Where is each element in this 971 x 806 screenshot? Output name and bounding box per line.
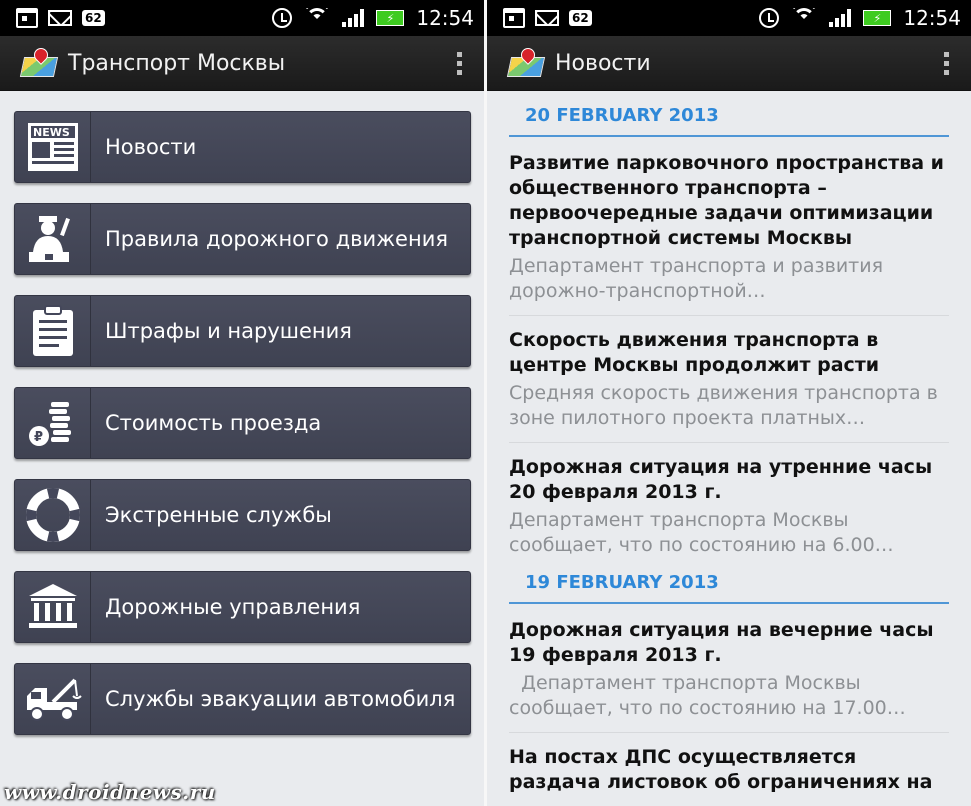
calendar-icon bbox=[503, 8, 525, 28]
action-bar: Транспорт Москвы bbox=[0, 36, 484, 91]
news-item[interactable]: На постах ДПС осуществляется раздача лис… bbox=[509, 745, 949, 806]
news-item[interactable]: Развитие парковочного пространства и общ… bbox=[509, 151, 949, 316]
alarm-icon bbox=[759, 8, 780, 28]
battery-charging-icon: ⚡ bbox=[376, 10, 405, 26]
menu-item-label: Штрафы и нарушения bbox=[105, 319, 352, 343]
news-description: Департамент транспорта и развития дорожн… bbox=[509, 255, 884, 302]
news-item[interactable]: Дорожная ситуация на утренние часы 20 фе… bbox=[509, 455, 949, 558]
svg-text:₽: ₽ bbox=[34, 430, 43, 445]
tow-truck-icon bbox=[15, 664, 91, 734]
signal-icon bbox=[342, 9, 365, 27]
date-section-header: 20 FEBRUARY 2013 bbox=[509, 91, 949, 137]
svg-text:NEWS: NEWS bbox=[33, 126, 70, 139]
clipboard-icon bbox=[15, 296, 91, 366]
status-bar: 62 ⚡ 12:54 bbox=[0, 0, 484, 36]
wifi-icon bbox=[304, 8, 330, 28]
wifi-icon bbox=[791, 8, 817, 28]
screenshot-composite: 62 ⚡ 12:54 Транспорт Москвы NEWS Новости… bbox=[0, 0, 971, 806]
news-title: Дорожная ситуация на утренние часы 20 фе… bbox=[509, 456, 933, 503]
lifebuoy-icon bbox=[15, 480, 91, 550]
menu-item-tow-services[interactable]: Службы эвакуации автомобиля bbox=[14, 663, 471, 735]
menu-item-traffic-rules[interactable]: Правила дорожного движения bbox=[14, 203, 471, 275]
app-map-icon[interactable] bbox=[506, 45, 546, 78]
news-description: Департамент транспорта Москвы сообщает, … bbox=[509, 509, 894, 556]
news-description: Департамент транспорта Москвы сообщает, … bbox=[509, 672, 906, 719]
menu-item-road-departments[interactable]: Дорожные управления bbox=[14, 571, 471, 643]
news-description: Средняя скорость движения транспорта в з… bbox=[509, 382, 938, 429]
screen-title: Новости bbox=[555, 50, 651, 76]
news-title: Дорожная ситуация на вечерние часы 19 фе… bbox=[509, 619, 934, 666]
notification-count-badge: 62 bbox=[569, 10, 592, 26]
date-section-header: 19 FEBRUARY 2013 bbox=[509, 558, 949, 604]
watermark: www.droidnews.ru bbox=[4, 780, 216, 804]
main-menu-screen: 62 ⚡ 12:54 Транспорт Москвы NEWS Новости… bbox=[0, 0, 484, 806]
news-title: На постах ДПС осуществляется раздача лис… bbox=[509, 746, 933, 793]
menu-item-label: Правила дорожного движения bbox=[105, 227, 448, 251]
menu-item-fines[interactable]: Штрафы и нарушения bbox=[14, 295, 471, 367]
newspaper-icon: NEWS bbox=[15, 112, 91, 182]
menu-item-news[interactable]: NEWS Новости bbox=[14, 111, 471, 183]
main-menu: NEWS Новости Правила дорожного движения … bbox=[0, 91, 484, 735]
status-bar: 62 ⚡ 12:54 bbox=[487, 0, 971, 36]
clock: 12:54 bbox=[903, 6, 961, 30]
menu-item-label: Дорожные управления bbox=[105, 595, 361, 619]
news-title: Развитие парковочного пространства и общ… bbox=[509, 152, 944, 249]
clock: 12:54 bbox=[416, 6, 474, 30]
calendar-icon bbox=[16, 8, 38, 28]
menu-item-label: Службы эвакуации автомобиля bbox=[105, 687, 456, 711]
traffic-officer-icon bbox=[15, 204, 91, 274]
menu-item-label: Новости bbox=[105, 135, 197, 159]
app-map-icon[interactable] bbox=[19, 45, 59, 78]
coins-icon: ₽ bbox=[15, 388, 91, 458]
mail-icon bbox=[535, 10, 559, 26]
signal-icon bbox=[829, 9, 852, 27]
menu-item-fare[interactable]: ₽ Стоимость проезда bbox=[14, 387, 471, 459]
menu-item-label: Экстренные службы bbox=[105, 503, 332, 527]
news-screen: 62 ⚡ 12:54 Новости 20 FEBRUARY 2013 Разв… bbox=[487, 0, 971, 806]
alarm-icon bbox=[272, 8, 293, 28]
news-item[interactable]: Скорость движения транспорта в центре Мо… bbox=[509, 328, 949, 443]
menu-item-emergency[interactable]: Экстренные службы bbox=[14, 479, 471, 551]
news-title: Скорость движения транспорта в центре Мо… bbox=[509, 329, 880, 376]
overflow-menu-icon[interactable] bbox=[938, 48, 955, 79]
news-list: 20 FEBRUARY 2013 Развитие парковочного п… bbox=[487, 91, 971, 806]
menu-item-label: Стоимость проезда bbox=[105, 411, 322, 435]
battery-charging-icon: ⚡ bbox=[863, 10, 892, 26]
mail-icon bbox=[48, 10, 72, 26]
action-bar: Новости bbox=[487, 36, 971, 91]
notification-count-badge: 62 bbox=[82, 10, 105, 26]
news-item[interactable]: Дорожная ситуация на вечерние часы 19 фе… bbox=[509, 618, 949, 733]
building-columns-icon bbox=[15, 572, 91, 642]
app-title: Транспорт Москвы bbox=[68, 50, 286, 76]
overflow-menu-icon[interactable] bbox=[451, 48, 468, 79]
